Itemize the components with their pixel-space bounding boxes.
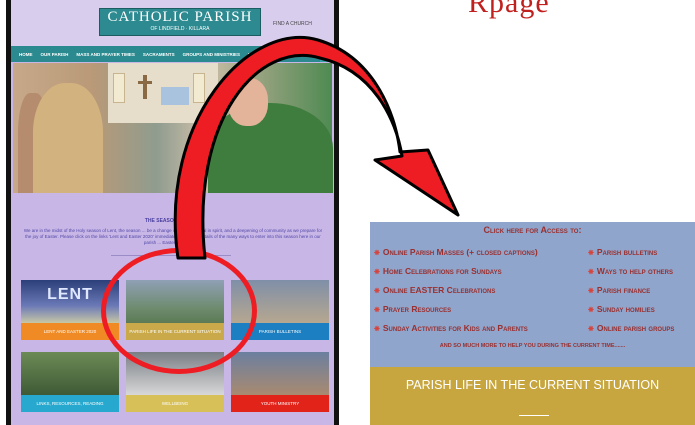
curved-arrow-icon: [173, 36, 460, 260]
